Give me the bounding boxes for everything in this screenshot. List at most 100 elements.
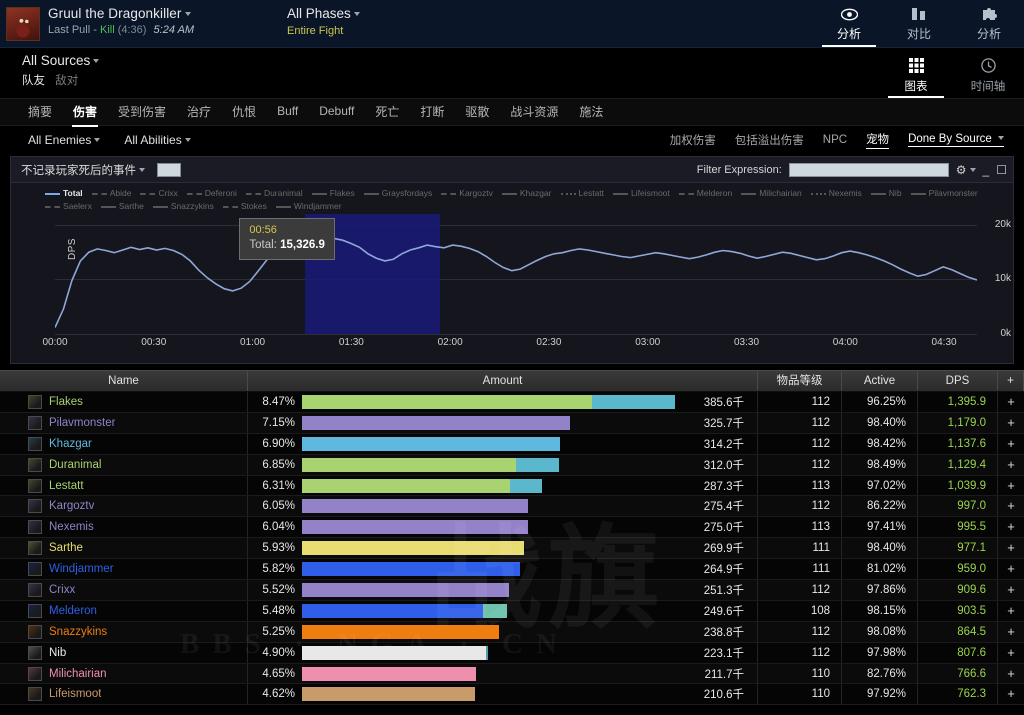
nav-item-0[interactable]: 摘要	[28, 103, 52, 122]
table-row[interactable]: Crixx 5.52% 251.3千 112 97.86% 909.6 +	[0, 580, 1024, 601]
table-row[interactable]: Lifeismoot 4.62% 210.6千 110 97.92% 762.3 +	[0, 684, 1024, 706]
legend-item-0[interactable]: Total	[45, 187, 83, 199]
tab-puzzle-analysis[interactable]: 分析	[954, 4, 1024, 47]
row-name-cell[interactable]: Duranimal	[0, 454, 248, 475]
enemy-toggle[interactable]: 敌对	[55, 75, 78, 87]
row-expand-button[interactable]: +	[998, 601, 1024, 621]
row-expand-button[interactable]: +	[998, 538, 1024, 558]
legend-item-12[interactable]: Milichairian	[741, 187, 802, 199]
legend-item-6[interactable]: Graysfordays	[363, 187, 432, 199]
nav-item-3[interactable]: 治疗	[187, 103, 211, 122]
row-name-cell[interactable]: Melderon	[0, 600, 248, 621]
table-row[interactable]: Snazzykins 5.25% 238.8千 112 98.08% 864.5 +	[0, 621, 1024, 643]
table-column-header-0[interactable]: Name	[0, 371, 248, 391]
nav-item-2[interactable]: 受到伤害	[118, 103, 166, 122]
row-expand-button[interactable]: +	[998, 664, 1024, 684]
table-row[interactable]: Nib 4.90% 223.1千 112 97.98% 807.6 +	[0, 642, 1024, 664]
table-row[interactable]: Lestatt 6.31% 287.3千 113 97.02% 1,039.9 +	[0, 475, 1024, 497]
row-expand-button[interactable]: +	[998, 517, 1024, 537]
all-sources-dropdown[interactable]: All Sources	[22, 53, 100, 68]
row-name-cell[interactable]: Kargoztv	[0, 496, 248, 517]
legend-item-7[interactable]: Kargoztv	[441, 187, 493, 199]
table-row[interactable]: Nexemis 6.04% 275.0千 113 97.41% 995.5 +	[0, 517, 1024, 539]
legend-item-9[interactable]: Lestatt	[560, 187, 604, 199]
filter-option-0[interactable]: 加权伤害	[670, 132, 716, 148]
gear-icon[interactable]: ⚙	[956, 163, 976, 177]
nav-item-6[interactable]: Debuff	[319, 104, 354, 120]
row-expand-button[interactable]: +	[998, 580, 1024, 600]
row-name-cell[interactable]: Snazzykins	[0, 621, 248, 642]
death-filter-dropdown[interactable]: 不记录玩家死后的事件	[21, 162, 145, 178]
tab-analysis[interactable]: 分析	[814, 4, 884, 47]
row-expand-button[interactable]: +	[998, 455, 1024, 475]
table-row[interactable]: Sarthe 5.93% 269.9千 111 98.40% 977.1 +	[0, 538, 1024, 560]
boss-name-dropdown[interactable]: Gruul the Dragonkiller	[48, 6, 263, 21]
row-name-cell[interactable]: Windjammer	[0, 559, 248, 580]
legend-item-10[interactable]: Lifeismoot	[613, 187, 670, 199]
all-enemies-dropdown[interactable]: All Enemies	[28, 133, 101, 147]
boss-info[interactable]: Gruul the Dragonkiller Last Pull - Kill …	[48, 0, 263, 47]
row-expand-button[interactable]: +	[998, 559, 1024, 579]
row-name-cell[interactable]: Milichairian	[0, 663, 248, 684]
row-name-cell[interactable]: Lifeismoot	[0, 684, 248, 705]
legend-item-3[interactable]: Deferoni	[186, 187, 237, 199]
legend-item-17[interactable]: Sarthe	[100, 200, 144, 212]
legend-item-16[interactable]: Saelerx	[45, 200, 92, 212]
table-row[interactable]: Milichairian 4.65% 211.7千 110 82.76% 766.6 +	[0, 663, 1024, 685]
all-abilities-dropdown[interactable]: All Abilities	[124, 133, 191, 147]
minimize-icon[interactable]: _	[983, 163, 990, 177]
legend-item-18[interactable]: Snazzykins	[152, 200, 214, 212]
legend-item-15[interactable]: Pilavmonster	[910, 187, 978, 199]
row-expand-button[interactable]: +	[998, 476, 1024, 496]
table-row[interactable]: Flakes 8.47% 385.6千 112 96.25% 1,395.9 +	[0, 392, 1024, 413]
table-row[interactable]: Duranimal 6.85% 312.0千 112 98.49% 1,129.4 +	[0, 454, 1024, 476]
row-expand-button[interactable]: +	[998, 413, 1024, 433]
nav-item-5[interactable]: Buff	[277, 104, 298, 120]
done-by-source-dropdown[interactable]: Done By Source	[908, 133, 1004, 147]
filter-expression-input[interactable]	[788, 162, 949, 177]
row-expand-button[interactable]: +	[998, 392, 1024, 412]
tab-compare[interactable]: 对比	[884, 4, 954, 47]
legend-item-8[interactable]: Khazgar	[501, 187, 552, 199]
filter-option-1[interactable]: 包括溢出伤害	[735, 132, 804, 148]
table-row[interactable]: Windjammer 5.82% 264.9千 111 81.02% 959.0 +	[0, 559, 1024, 581]
table-row[interactable]: Melderon 5.48% 249.6千 108 98.15% 903.5 +	[0, 600, 1024, 622]
color-swatch-button[interactable]	[157, 162, 181, 177]
row-expand-button[interactable]: +	[998, 622, 1024, 642]
row-name-cell[interactable]: Nexemis	[0, 517, 248, 538]
table-row[interactable]: Pilavmonster 7.15% 325.7千 112 98.40% 1,179.0 +	[0, 412, 1024, 434]
nav-item-11[interactable]: 施法	[579, 103, 603, 122]
nav-item-1[interactable]: 伤害	[72, 103, 99, 127]
table-column-header-5[interactable]: +	[998, 371, 1024, 391]
table-row[interactable]: Khazgar 6.90% 314.2千 112 98.42% 1,137.6 +	[0, 433, 1024, 455]
table-row[interactable]: Kargoztv 6.05% 275.4千 112 86.22% 997.0 +	[0, 496, 1024, 518]
maximize-icon[interactable]: ☐	[996, 163, 1007, 177]
table-column-header-3[interactable]: Active	[842, 371, 918, 391]
table-column-header-1[interactable]: Amount	[248, 371, 758, 391]
nav-item-8[interactable]: 打断	[420, 103, 444, 122]
view-tab-chart[interactable]: 图表	[880, 58, 952, 98]
row-name-cell[interactable]: Khazgar	[0, 433, 248, 454]
row-name-cell[interactable]: Flakes	[0, 392, 248, 412]
row-expand-button[interactable]: +	[998, 496, 1024, 516]
row-name-cell[interactable]: Lestatt	[0, 475, 248, 496]
phase-dropdown[interactable]: All Phases	[287, 6, 467, 21]
row-name-cell[interactable]: Crixx	[0, 580, 248, 600]
row-name-cell[interactable]: Pilavmonster	[0, 412, 248, 433]
row-expand-button[interactable]: +	[998, 643, 1024, 663]
row-expand-button[interactable]: +	[998, 684, 1024, 704]
filter-option-3[interactable]: 宠物	[866, 131, 890, 149]
legend-item-11[interactable]: Melderon	[678, 187, 732, 199]
friendly-toggle[interactable]: 队友	[22, 75, 45, 87]
legend-item-13[interactable]: Nexemis	[810, 187, 862, 199]
legend-item-4[interactable]: Duranimal	[245, 187, 303, 199]
phase-info[interactable]: All Phases Entire Fight	[287, 0, 467, 47]
row-name-cell[interactable]: Sarthe	[0, 538, 248, 559]
table-column-header-2[interactable]: 物品等级	[758, 371, 842, 391]
row-name-cell[interactable]: Nib	[0, 642, 248, 663]
nav-item-10[interactable]: 战斗资源	[510, 103, 558, 122]
legend-item-5[interactable]: Flakes	[311, 187, 355, 199]
legend-item-20[interactable]: Windjammer	[275, 200, 342, 212]
legend-item-1[interactable]: Abide	[91, 187, 131, 199]
legend-item-2[interactable]: Crixx	[140, 187, 178, 199]
